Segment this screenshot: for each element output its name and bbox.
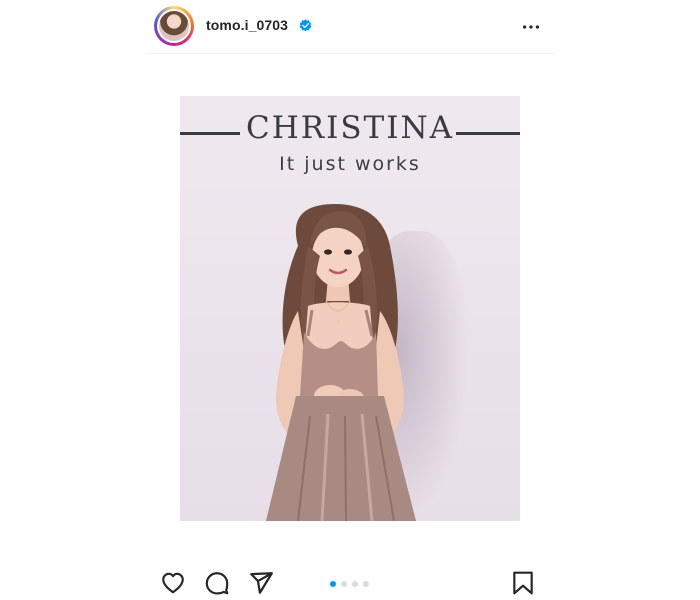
carousel-dot-3 (352, 581, 358, 587)
more-horizontal-icon[interactable] (520, 16, 542, 38)
page: tomo.i_0703 CHRISTINA It just works (0, 0, 700, 600)
heart-icon[interactable] (160, 570, 186, 596)
avatar[interactable] (154, 6, 194, 46)
instagram-post: tomo.i_0703 CHRISTINA It just works (146, 0, 554, 600)
action-bar (146, 566, 554, 600)
verified-icon (299, 19, 312, 32)
share-icon[interactable] (248, 570, 274, 596)
avatar-image (159, 11, 189, 41)
carousel-dot-4 (363, 581, 369, 587)
comment-icon[interactable] (204, 570, 230, 596)
avatar-frame (157, 9, 191, 43)
post-header: tomo.i_0703 (146, 0, 554, 54)
carousel-dot-2 (341, 581, 347, 587)
person-figure (266, 204, 416, 521)
username[interactable]: tomo.i_0703 (206, 17, 288, 33)
post-photo[interactable]: CHRISTINA It just works (180, 96, 520, 521)
carousel-dot-1 (330, 581, 336, 587)
carousel-indicator (330, 581, 370, 587)
bookmark-icon[interactable] (510, 570, 536, 596)
